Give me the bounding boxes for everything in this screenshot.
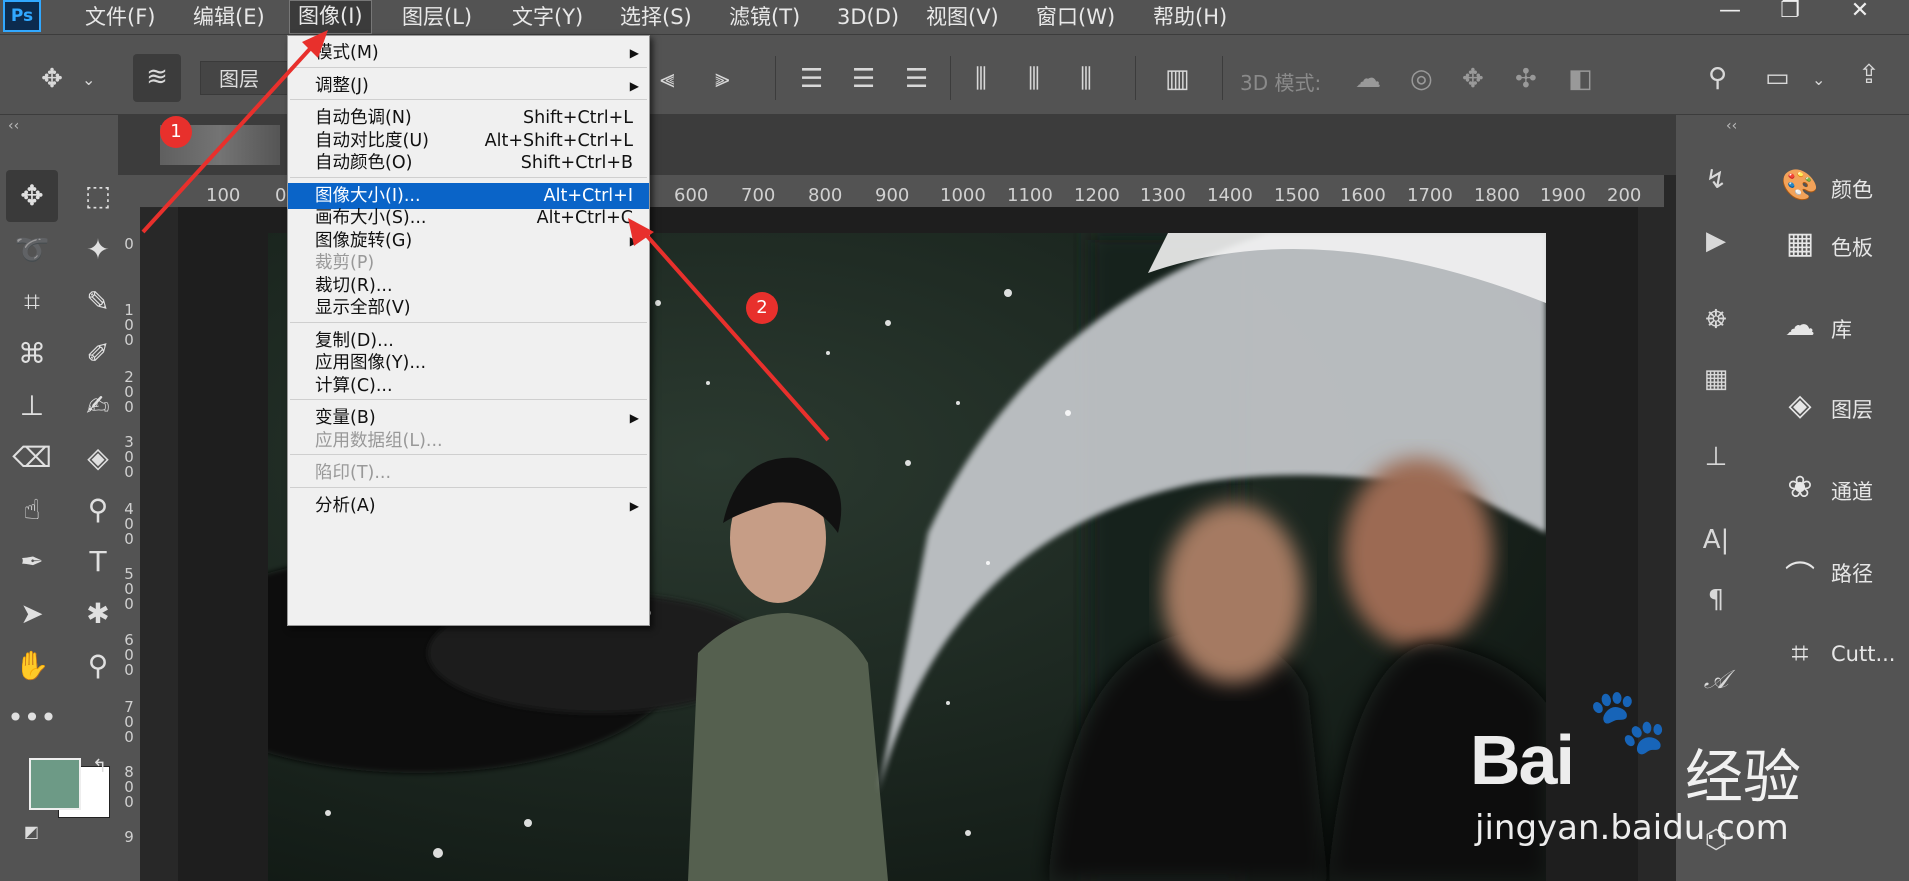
annotation-arrow-2 (638, 226, 830, 442)
watermark-url: jingyan.baidu.com (1475, 808, 1789, 848)
watermark-suffix: 经验 (1685, 743, 1802, 811)
baidu-watermark: Bai 🐾 经验 jingyan.baidu.com (1460, 685, 1880, 870)
step-badge-2: 2 (746, 292, 778, 324)
watermark-brand: Bai (1470, 721, 1575, 799)
paw-icon: 🐾 (1588, 685, 1668, 759)
step-badge-1: 1 (160, 116, 192, 148)
